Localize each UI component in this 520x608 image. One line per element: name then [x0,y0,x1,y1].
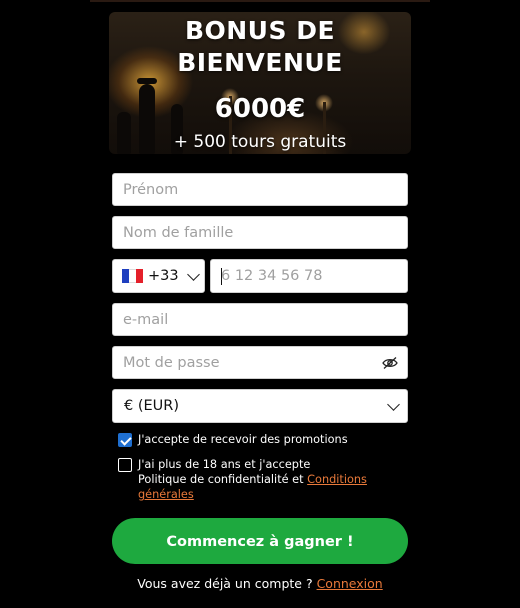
eye-slash-icon[interactable] [382,356,398,370]
currency-value: € (EUR) [124,398,179,414]
text-caret [221,268,222,285]
terms-line2: Politique de confidentialité et Conditio… [138,472,367,487]
promo-consent-checkbox[interactable] [118,433,132,447]
france-flag-icon [122,269,143,283]
last-name-input[interactable] [113,217,407,248]
first-name-input[interactable] [113,174,407,205]
welcome-bonus-banner: BONUS DE BIENVENUE 6000€ + 500 tours gra… [109,12,411,154]
banner-title-line1: BONUS DE [184,16,336,45]
phone-number-input[interactable] [211,260,407,292]
submit-button[interactable]: Commencez à gagner ! [112,518,408,564]
terms-consent-label: J'ai plus de 18 ans et j'accepte Politiq… [138,457,367,502]
terms-conditions-link[interactable]: Conditions [307,473,367,486]
banner-amount: 6000€ [214,94,306,124]
terms-line2-text: Politique de confidentialité et [138,473,308,486]
chevron-down-icon [187,268,200,281]
top-divider [90,0,430,2]
login-link[interactable]: Connexion [317,576,383,591]
phone-number-field[interactable] [210,259,408,293]
currency-select[interactable]: € (EUR) [112,389,408,423]
login-prompt-text: Vous avez déjà un compte ? [137,576,317,591]
country-code-select[interactable]: +33 [112,259,205,293]
email-field[interactable] [112,303,408,336]
email-input[interactable] [113,304,407,335]
terms-consent-checkbox[interactable] [118,458,132,472]
password-input[interactable] [113,347,373,378]
last-name-field[interactable] [112,216,408,249]
terms-line1: J'ai plus de 18 ans et j'accepte [138,458,311,471]
country-code-value: +33 [148,268,179,284]
password-field[interactable] [112,346,408,379]
first-name-field[interactable] [112,173,408,206]
banner-title-line2: BIENVENUE [177,48,343,77]
banner-subtitle: + 500 tours gratuits [173,132,347,152]
login-prompt: Vous avez déjà un compte ? Connexion [0,576,520,591]
terms-conditions-link-cont[interactable]: générales [138,488,194,501]
chevron-down-icon [387,398,400,411]
promo-consent-label: J'accepte de recevoir des promotions [138,433,348,446]
